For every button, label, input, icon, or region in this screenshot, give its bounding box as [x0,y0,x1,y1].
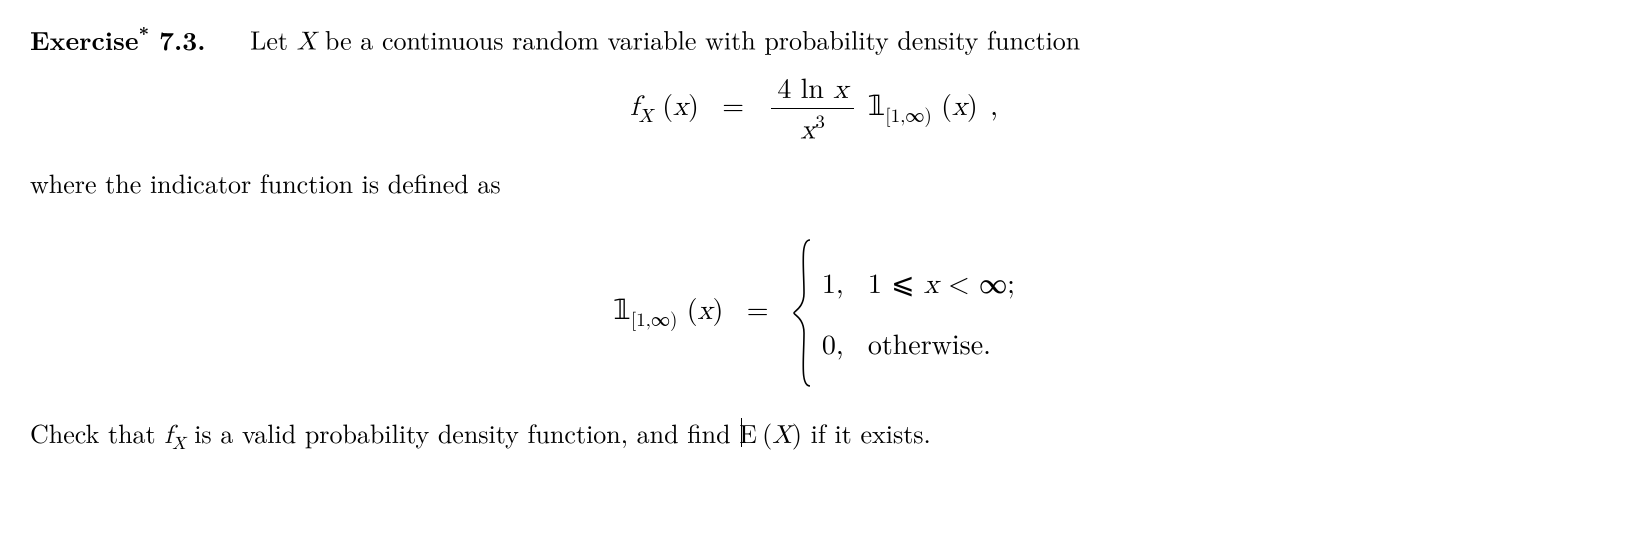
fX-symbol: fX [630,93,662,121]
cases-body: 1, 1 ⩽ x < ∞; 0, otherwise. [822,244,1015,382]
num-const: 4 ln [777,67,833,107]
exercise-word: Exercise [30,21,139,58]
E-close-paren: ) [792,414,802,451]
num-x: x [833,76,848,104]
exercise-label: Exercise* 7.3. [30,21,215,58]
piecewise: 1, 1 ⩽ x < ∞; 0, otherwise. [792,238,1015,388]
indicator-range: [1,∞) [885,101,932,128]
trailing-comma: , [990,84,998,124]
numerator: 4 ln x [771,72,854,109]
open-paren: ( [662,84,673,124]
fX-symbol-2: fX [164,423,194,449]
open-paren-3: ( [687,288,698,328]
x-arg-2: x [952,93,967,121]
final-text-3: if it exists. [811,414,931,451]
den-x: x [801,116,816,144]
denominator: x3 [771,109,854,146]
den-exp: 3 [815,107,825,134]
equals-sign-2: = [747,288,769,328]
final-line: Check that fX is a valid probability den… [30,414,1598,458]
equals-sign: = [722,84,744,124]
left-brace-icon [792,238,814,388]
f-subscript-2: X [172,436,185,453]
f-letter: f [630,93,639,121]
indicator-definition: 𝟙[1,∞) (x) = 1, 1 ⩽ x < ∞; 0, otherwise. [30,238,1598,388]
case1-value: 1, [822,262,850,303]
x-arg: x [673,93,688,121]
exercise-star: * [139,20,149,46]
case-2: 0, otherwise. [822,323,1015,364]
final-text-1: Check that [30,414,164,451]
expectation-symbol: E [739,414,757,452]
case1-cond: 1 ⩽ x < ∞; [868,262,1015,306]
final-text-2: is a valid probability density function,… [194,414,739,451]
case-1: 1, 1 ⩽ x < ∞; [822,262,1015,306]
f-subscript: X [639,107,653,126]
indicator-intro: where the indicator function is defined … [30,164,1598,202]
close-paren: ) [688,84,699,124]
case2-value: 0, [822,323,850,364]
indicator-symbol-2: 𝟙 [613,295,631,326]
E-arg-X: X [772,423,792,449]
random-variable-X: X [297,30,317,56]
case2-cond: otherwise. [868,323,991,364]
fraction: 4 ln x x3 [771,72,854,146]
indicator-range-2: [1,∞) [631,305,678,332]
indicator-symbol: 𝟙 [867,91,885,122]
pdf-equation: fX (x) = 4 ln x x3 𝟙[1,∞) (x) , [30,72,1598,146]
E-open-paren: ( [762,414,772,451]
exercise-line: Exercise* 7.3. Let X be a continuous ran… [30,20,1598,62]
open-paren-2: ( [941,84,952,124]
x-arg-3: x [698,297,713,325]
close-paren-3: ) [712,288,723,328]
intro-text-1: Let [250,21,297,58]
intro-text-2: be a continuous random variable with pro… [325,21,1080,58]
close-paren-2: ) [967,84,978,124]
exercise-number: 7.3. [159,21,206,58]
